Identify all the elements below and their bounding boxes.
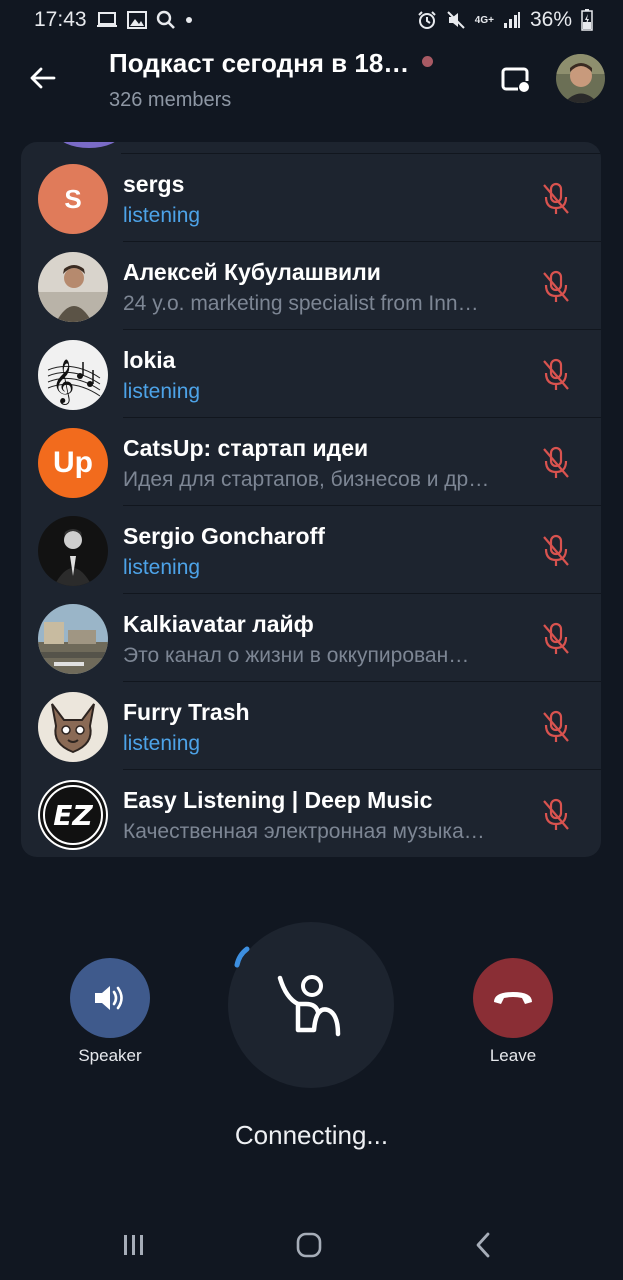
partial-avatar [57, 142, 121, 148]
laptop-icon [96, 9, 118, 31]
avatar [38, 252, 108, 322]
participant-status: Это канал о жизни в оккупирован… [123, 644, 470, 667]
raise-hand-icon [277, 975, 341, 1037]
avatar [38, 604, 108, 674]
leave-label: Leave [489, 1046, 537, 1065]
raise-hand-button[interactable] [228, 922, 394, 1088]
home-button[interactable] [289, 1230, 329, 1260]
muted-mic-icon[interactable] [538, 357, 574, 393]
image-icon [126, 9, 147, 31]
back-icon [476, 1232, 490, 1258]
mute-icon [446, 9, 466, 31]
participant-name: Furry Trash [123, 699, 250, 725]
members-count: 326 members [109, 89, 232, 111]
avatar: Up [38, 428, 108, 498]
muted-mic-icon[interactable] [538, 797, 574, 833]
battery-charging-icon [581, 9, 593, 31]
muted-mic-icon[interactable] [538, 445, 574, 481]
participant-row[interactable]: Up CatsUp: стартап идеи Идея для стартап… [21, 418, 601, 506]
participant-name: Kalkiavatar лайф [123, 611, 314, 637]
live-indicator-dot [422, 56, 434, 67]
muted-mic-icon[interactable] [538, 533, 574, 569]
speaker-button[interactable] [70, 958, 150, 1038]
connecting-spinner [234, 946, 250, 968]
screencast-icon [501, 67, 530, 92]
avatar [38, 516, 108, 586]
participant-row[interactable]: EZ Easy Listening | Deep Music Качествен… [21, 770, 601, 857]
participant-row[interactable]: 𝄞 lokia listening [21, 330, 601, 418]
participant-row[interactable]: Kalkiavatar лайф Это канал о жизни в окк… [21, 594, 601, 682]
chat-header: Подкаст сегодня в 18… 326 members [0, 40, 623, 136]
alarm-icon [417, 9, 437, 31]
muted-mic-icon[interactable] [538, 709, 574, 745]
avatar: EZ [38, 780, 108, 850]
arrow-left-icon [30, 67, 56, 89]
voice-chat-screen: 17:43 4G+ 36% Подкаст сегодня в 18… 326 … [0, 0, 623, 1280]
chat-title: Подкаст сегодня в 18… [109, 48, 410, 78]
speaker-icon [95, 986, 123, 1010]
back-button[interactable] [22, 58, 62, 98]
participant-status: 24 y.o. marketing specialist from Inn… [123, 292, 479, 315]
nav-back-button[interactable] [463, 1230, 503, 1260]
participant-row[interactable]: Sergio Goncharoff listening [21, 506, 601, 594]
participant-status: listening [123, 380, 201, 403]
participant-status: Идея для стартапов, бизнесов и др… [123, 468, 490, 491]
battery-percent: 36% [529, 8, 572, 31]
participant-name: Sergio Goncharoff [123, 523, 325, 549]
participants-list[interactable]: S sergs listening Алексей Кубулашвили 24… [21, 142, 601, 857]
avatar: S [38, 164, 108, 234]
participant-status: Качественная электронная музыка… [123, 820, 485, 843]
recents-icon [124, 1235, 143, 1255]
system-nav-bar [0, 1208, 623, 1280]
participant-row[interactable]: S sergs listening [21, 154, 601, 242]
speaker-label: Speaker [78, 1046, 142, 1065]
screencast-button[interactable] [496, 60, 536, 100]
avatar: 𝄞 [38, 340, 108, 410]
dot-icon [185, 9, 193, 31]
muted-mic-icon[interactable] [538, 621, 574, 657]
chat-title-area[interactable]: Подкаст сегодня в 18… 326 members [109, 48, 459, 112]
participant-name: Алексей Кубулашвили [123, 259, 381, 285]
muted-mic-icon[interactable] [538, 181, 574, 217]
signal-icon [503, 9, 521, 31]
svg-text:𝄞: 𝄞 [52, 359, 74, 405]
avatar [38, 692, 108, 762]
participant-row[interactable]: Furry Trash listening [21, 682, 601, 770]
participant-name: CatsUp: стартап идеи [123, 435, 369, 461]
status-bar: 17:43 4G+ 36% [0, 0, 623, 40]
connection-status: Connecting... [234, 1120, 389, 1150]
my-avatar[interactable] [556, 54, 605, 103]
participant-name: sergs [123, 171, 185, 197]
participant-status: listening [123, 732, 201, 755]
participant-row[interactable]: Алексей Кубулашвили 24 y.o. marketing sp… [21, 242, 601, 330]
home-icon [296, 1232, 322, 1258]
participant-status: listening [123, 204, 201, 227]
recents-button[interactable] [114, 1230, 154, 1260]
participant-name: lokia [123, 347, 176, 373]
participant-name: Easy Listening | Deep Music [123, 787, 433, 813]
leave-button[interactable] [473, 958, 553, 1038]
participant-status: listening [123, 556, 201, 579]
hang-up-icon [494, 992, 532, 1004]
status-time: 17:43 [34, 8, 87, 31]
network-icon: 4G+ [474, 14, 494, 26]
search-icon [156, 9, 176, 31]
svg-text:EZ: EZ [53, 799, 93, 832]
muted-mic-icon[interactable] [538, 269, 574, 305]
